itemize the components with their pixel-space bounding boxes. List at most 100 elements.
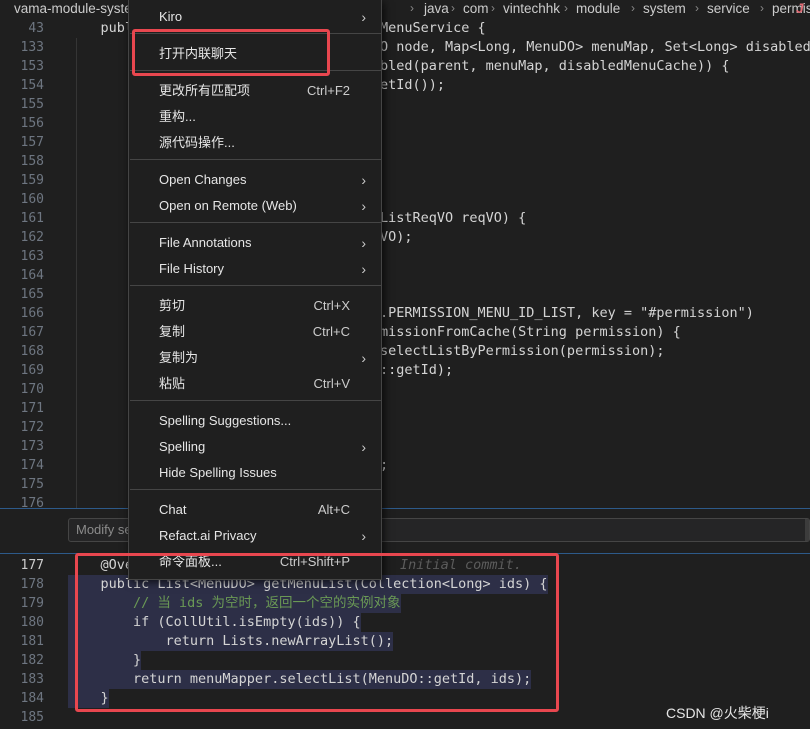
line-number: 133 [20, 40, 44, 55]
menu-item-label: 复制 [159, 324, 186, 339]
context-menu: Kiro › 打开内联聊天 更改所有匹配项 Ctrl+F2 重构... 源代码操作... Op… [128, 0, 382, 580]
code-line[interactable]: 157 [0, 133, 810, 152]
code-line[interactable]: 159 [0, 171, 810, 190]
menu-item-shortcut: Ctrl+F2 [307, 83, 350, 98]
chevron-right-icon: › [361, 528, 366, 544]
code-line[interactable]: 176 [0, 494, 810, 513]
code-text-tail: O node, Map<Long, MenuDO> menuMap, Set<L… [380, 39, 810, 55]
menu-item-shortcut: Ctrl+C [312, 324, 350, 339]
menu-item-label: Refact.ai Privacy [159, 528, 257, 543]
code-text-tail: .PERMISSION_MENU_ID_LIST, key = "#permis… [380, 305, 754, 321]
line-number: 171 [20, 401, 44, 416]
menu-item-18[interactable]: Refact.ai Privacy › [130, 524, 380, 548]
code-line[interactable]: 133 priv O node, Map<Long, MenuDO> menuMa… [0, 38, 810, 57]
code-line[interactable]: 165 @Ove [0, 285, 810, 304]
breadcrumb: vama-module-syste › java › com › vintech… [0, 0, 810, 19]
code-text-tail: VO); [380, 229, 413, 245]
breadcrumb-item[interactable]: java [424, 0, 449, 17]
menu-item-label: Spelling Suggestions... [159, 413, 292, 428]
chevron-right-icon: › [451, 1, 455, 15]
code-line[interactable]: 163 } [0, 247, 810, 266]
menu-item-label: Open Changes [159, 172, 247, 187]
code-line[interactable]: 162 VO); [0, 228, 810, 247]
code-text-tail: ::getId); [380, 362, 454, 378]
line-number: 180 [20, 615, 44, 630]
menu-item-label: File History [159, 261, 225, 276]
code-line[interactable]: 174; [0, 456, 810, 475]
line-number: 172 [20, 420, 44, 435]
menu-item-label: 更改所有匹配项 [159, 83, 251, 98]
menu-item-1[interactable]: Kiro › [130, 5, 380, 29]
code-line[interactable]: 167 publ missionFromCache(String permissi… [0, 323, 810, 342]
menu-item-label: 剪切 [159, 298, 186, 313]
menu-item-13[interactable]: 粘贴 Ctrl+V [130, 372, 380, 396]
line-number: 162 [20, 230, 44, 245]
code-line[interactable]: 161 publ ListReqVO reqVO) { [0, 209, 810, 228]
inline-chat-placeholder: Modify se [76, 522, 132, 537]
code-line[interactable]: 160 @Ove [0, 190, 810, 209]
inline-chat-scrollbar[interactable] [805, 519, 809, 541]
line-number: 43 [28, 21, 44, 36]
menu-separator [130, 222, 382, 223]
line-number: 161 [20, 211, 44, 226]
line-number: 182 [20, 653, 44, 668]
menu-item-16[interactable]: Hide Spelling Issues [130, 461, 380, 485]
menu-item-17[interactable]: Chat Alt+C [130, 498, 380, 522]
menu-item-14[interactable]: Spelling Suggestions... [130, 409, 380, 433]
menu-item-11[interactable]: 复制 Ctrl+C [130, 320, 380, 344]
code-line[interactable]: 170 } [0, 380, 810, 399]
menu-item-9[interactable]: File History › [130, 257, 380, 281]
breadcrumb-item[interactable]: vintechhk [503, 0, 560, 17]
line-number: 175 [20, 477, 44, 492]
code-text-tail: selectListByPermission(permission); [380, 343, 665, 359]
line-number: 154 [20, 78, 44, 93]
menu-item-label: 重构... [159, 109, 196, 124]
breadcrumb-item[interactable]: module [576, 0, 620, 17]
code-line[interactable]: 172 @Ove [0, 418, 810, 437]
line-number: 183 [20, 672, 44, 687]
code-line[interactable]: 43 public c MenuService { [0, 19, 810, 38]
menu-separator [130, 489, 382, 490]
code-line[interactable]: 156 [0, 114, 810, 133]
menu-item-15[interactable]: Spelling › [130, 435, 380, 459]
line-number: 181 [20, 634, 44, 649]
menu-item-4[interactable]: 重构... [130, 105, 380, 129]
code-line[interactable]: 171 [0, 399, 810, 418]
menu-item-5[interactable]: 源代码操作... [130, 131, 380, 155]
code-line[interactable]: 169::getId); [0, 361, 810, 380]
code-line[interactable]: 158 } [0, 152, 810, 171]
code-line[interactable]: 168 selectListByPermission(permission); [0, 342, 810, 361]
chevron-right-icon: › [361, 9, 366, 25]
line-number: 179 [20, 596, 44, 611]
line-number: 170 [20, 382, 44, 397]
menu-item-7[interactable]: Open on Remote (Web) › [130, 194, 380, 218]
menu-item-12[interactable]: 复制为 › [130, 346, 380, 370]
line-number: 173 [20, 439, 44, 454]
menu-separator [130, 159, 382, 160]
line-number: 176 [20, 496, 44, 511]
code-text-tail: ListReqVO reqVO) { [380, 210, 527, 226]
breadcrumb-item[interactable]: vama-module-syste [14, 0, 132, 17]
code-line[interactable]: 155 [0, 95, 810, 114]
code-line[interactable]: 154 etId()); [0, 76, 810, 95]
code-line[interactable]: 153 bled(parent, menuMap, disabledMenuCac… [0, 57, 810, 76]
inline-chat-top-border [0, 508, 810, 509]
chevron-right-icon: › [564, 1, 568, 15]
code-line[interactable]: 175 } [0, 475, 810, 494]
breadcrumb-item[interactable]: permission [772, 0, 810, 17]
breadcrumb-item[interactable]: system [643, 0, 686, 17]
code-line[interactable]: 173 publ [0, 437, 810, 456]
breadcrumb-item[interactable]: com [463, 0, 489, 17]
breadcrumb-item[interactable]: service [707, 0, 750, 17]
menu-item-10[interactable]: 剪切 Ctrl+X [130, 294, 380, 318]
menu-item-label: Open on Remote (Web) [159, 198, 297, 213]
menu-item-8[interactable]: File Annotations › [130, 231, 380, 255]
code-text-tail: etId()); [380, 77, 446, 93]
code-line[interactable]: 164 [0, 266, 810, 285]
menu-item-6[interactable]: Open Changes › [130, 168, 380, 192]
code-line[interactable]: 166 @Cac .PERMISSION_MENU_ID_LIST, key = … [0, 304, 810, 323]
menu-item-label: File Annotations [159, 235, 252, 250]
highlight-box-code-selection [75, 553, 559, 712]
menu-item-3[interactable]: 更改所有匹配项 Ctrl+F2 [130, 79, 380, 103]
menu-item-label: Kiro [159, 9, 183, 24]
